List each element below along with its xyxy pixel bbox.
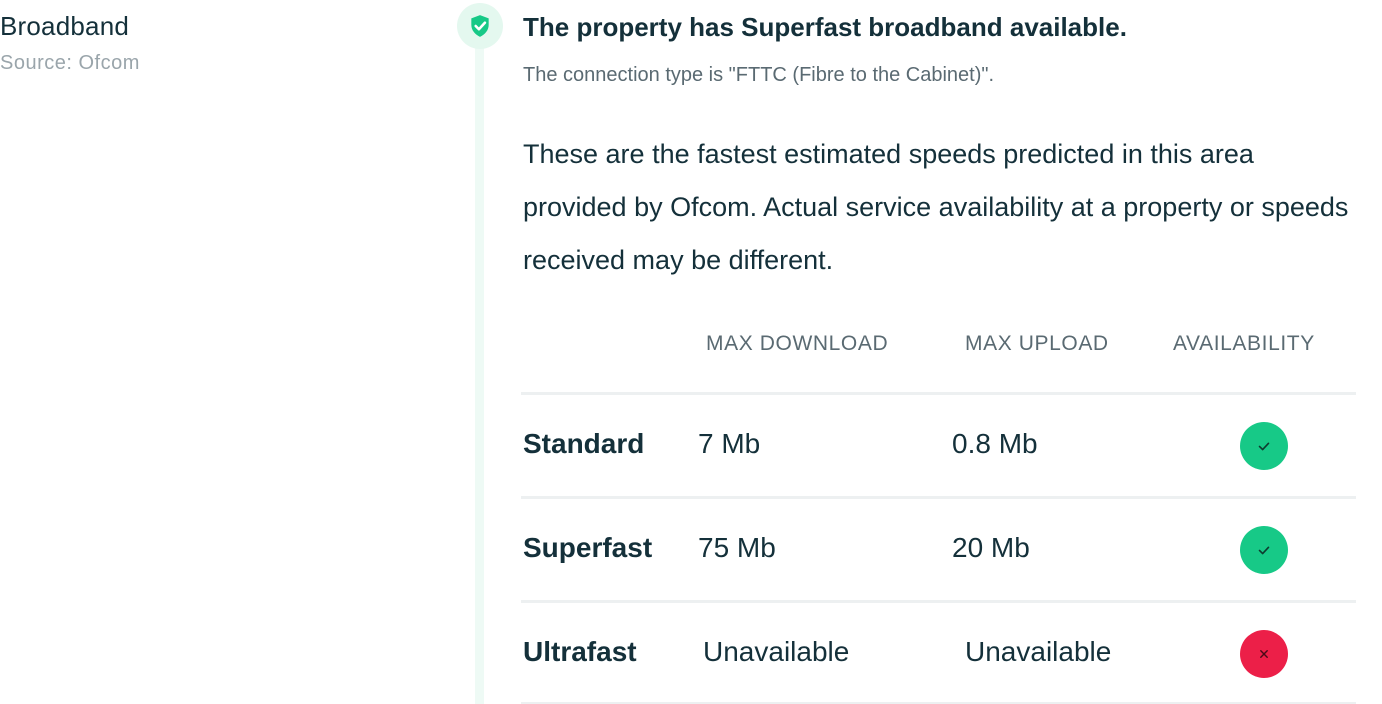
row-label: Superfast (523, 532, 653, 563)
availability-headline: The property has Superfast broadband ava… (523, 12, 1127, 42)
check-icon (1240, 526, 1288, 574)
section-title: Broadband (0, 11, 130, 41)
column-header-upload: MAX UPLOAD (965, 332, 1109, 355)
row-label: Standard (523, 428, 645, 459)
broadband-panel: Broadband Source: Ofcom The property has… (0, 0, 1382, 704)
cross-icon (1240, 630, 1288, 678)
max-download-value: 7 Mb (698, 428, 761, 459)
max-upload-value: 0.8 Mb (952, 428, 1038, 459)
max-download-value: Unavailable (703, 636, 850, 667)
section-header: Broadband Source: Ofcom (0, 8, 140, 78)
max-upload-value: 20 Mb (952, 532, 1030, 563)
connection-type: The connection type is "FTTC (Fibre to t… (523, 64, 995, 86)
row-label: Ultrafast (523, 636, 637, 667)
row-divider (521, 392, 1356, 395)
row-divider (521, 496, 1356, 499)
max-download-value: 75 Mb (698, 532, 776, 563)
section-source: Source: Ofcom (0, 52, 140, 74)
speed-explanation: These are the fastest estimated speeds p… (523, 139, 1349, 275)
column-header-availability: AVAILABILITY (1173, 332, 1315, 355)
check-icon (1240, 422, 1288, 470)
shield-check-icon (457, 3, 503, 49)
max-upload-value: Unavailable (965, 636, 1112, 667)
timeline-line (475, 40, 484, 704)
row-divider (521, 600, 1356, 603)
column-header-download: MAX DOWNLOAD (706, 332, 889, 355)
